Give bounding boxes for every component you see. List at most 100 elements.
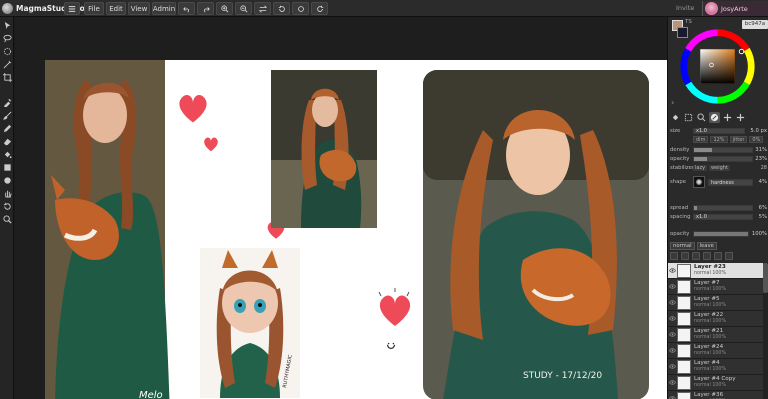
drawing-canvas[interactable]: Melo RUTHYMAGIC STUDY - 17/12/20 (45, 60, 667, 399)
avatar (705, 2, 718, 15)
add-brush-preset-2[interactable] (735, 112, 746, 123)
layer-row[interactable]: Layer #23 normal 100% (668, 263, 768, 279)
clear-layer-button[interactable] (714, 252, 722, 260)
eraser-tool[interactable] (2, 136, 12, 146)
crop-tool[interactable] (2, 72, 12, 82)
opacity-control[interactable]: opacity 23% (670, 155, 767, 162)
eye-icon[interactable] (668, 295, 677, 311)
zoom-out-button[interactable] (235, 2, 252, 15)
jitter-value[interactable]: 0% (749, 136, 764, 143)
layer-opacity-control[interactable]: opacity 100% (670, 230, 767, 237)
spacing-multiplier: x1.0 (696, 213, 707, 220)
dim-value[interactable]: 12% (710, 136, 728, 143)
eye-icon[interactable] (668, 263, 677, 279)
lock-layer-button[interactable] (670, 252, 678, 260)
hamburger-menu-button[interactable] (64, 2, 80, 15)
rectangle-tool[interactable] (2, 162, 12, 172)
layers-scrollbar[interactable] (763, 263, 768, 399)
move-tool[interactable] (2, 20, 12, 30)
hex-color-field[interactable]: bc947a (742, 20, 768, 29)
layer-row[interactable]: Layer #21 normal 100% (668, 327, 768, 343)
spread-control[interactable]: spread 6% (670, 204, 767, 211)
invite-link[interactable]: Invite (676, 2, 694, 15)
select-brush-preset[interactable] (683, 112, 694, 123)
layer-blend-mode: normal 100% (694, 334, 727, 340)
stabilizer-control[interactable]: stabilizer lazy weight 28 (670, 164, 767, 171)
add-brush-preset[interactable] (722, 112, 733, 123)
tool-bar (0, 17, 14, 399)
layer-row[interactable]: Layer #24 normal 100% (668, 343, 768, 359)
rotate-reset-icon (297, 5, 304, 12)
layer-opacity-slider[interactable] (693, 230, 749, 237)
layer-row[interactable]: Layer #7 normal 100% (668, 279, 768, 295)
layer-row[interactable]: Layer #22 normal 100% (668, 311, 768, 327)
duplicate-layer-button[interactable] (692, 252, 700, 260)
heart-sticker-small (204, 137, 218, 152)
undo-tool[interactable] (2, 201, 12, 211)
rotate-right-button[interactable] (311, 2, 328, 15)
flip-button[interactable] (254, 2, 271, 15)
delete-layer-button[interactable] (725, 252, 733, 260)
eye-icon[interactable] (668, 327, 677, 343)
size-value: 5.0 px (750, 127, 767, 134)
lasso-icon (2, 34, 12, 42)
density-slider[interactable] (693, 146, 753, 153)
fill-brush-preset[interactable] (670, 112, 681, 123)
rotate-reset-button[interactable] (292, 2, 309, 15)
menu-admin[interactable]: Admin (152, 2, 176, 15)
eye-icon[interactable] (668, 343, 677, 359)
new-layer-button[interactable] (681, 252, 689, 260)
brush-preset-active[interactable] (709, 112, 720, 123)
layer-row[interactable]: Layer #5 normal 100% (668, 295, 768, 311)
lazy-option[interactable]: lazy (693, 164, 708, 171)
brush-shape-preview[interactable] (693, 176, 705, 188)
zoom-in-button[interactable] (216, 2, 233, 15)
shape-control[interactable]: shape hardness 4% (670, 175, 767, 189)
menu-view[interactable]: View (128, 2, 150, 15)
spread-slider[interactable] (693, 204, 753, 211)
spacing-control[interactable]: spacing x1.0 5% (670, 213, 767, 220)
layer-row[interactable]: Layer #36normal 100% (668, 391, 768, 399)
size-slider[interactable]: x1.0 (693, 127, 745, 134)
pencil-tool[interactable] (2, 123, 12, 133)
color-wheel[interactable] (680, 29, 755, 104)
size-control[interactable]: size x1.0 5.0 px (670, 127, 767, 134)
chevron-right-icon[interactable]: › (671, 98, 674, 107)
eye-icon[interactable] (668, 311, 677, 327)
merge-layer-button[interactable] (703, 252, 711, 260)
dim-jitter-row: dim 12% jitter 0% (693, 136, 767, 143)
hand-tool[interactable] (2, 188, 12, 198)
fill-tool[interactable] (2, 149, 12, 159)
blend-mode-select[interactable]: normal (670, 242, 695, 250)
menu-file[interactable]: File (84, 2, 104, 15)
fill-icon (4, 151, 12, 158)
user-account[interactable]: JosyArte (702, 1, 768, 16)
eye-icon[interactable] (668, 359, 677, 375)
eye-icon[interactable] (668, 375, 677, 391)
magic-wand-tool[interactable] (2, 59, 12, 69)
layer-mode-select[interactable]: leave (696, 242, 717, 250)
undo-button[interactable] (178, 2, 195, 15)
eye-icon[interactable] (668, 279, 677, 295)
layer-row[interactable]: Layer #4 Copy normal 100% (668, 375, 768, 391)
lasso-tool[interactable] (2, 33, 12, 43)
canvas-area[interactable]: Melo RUTHYMAGIC STUDY - 17/12/20 (15, 17, 667, 399)
eyedropper-tool[interactable] (2, 97, 12, 107)
opacity-slider[interactable] (693, 155, 753, 162)
brush-tool[interactable] (2, 110, 12, 120)
ellipse-select-tool[interactable] (2, 46, 12, 56)
circle-tool[interactable] (2, 175, 12, 185)
eye-icon[interactable] (668, 391, 677, 399)
zoom-tool[interactable] (2, 214, 12, 224)
redo-button[interactable] (197, 2, 214, 15)
search-brush-preset[interactable] (696, 112, 707, 123)
hardness-slider[interactable]: hardness (708, 178, 753, 186)
layer-thumbnail (677, 375, 691, 390)
density-control[interactable]: density 31% (670, 146, 767, 153)
dim-label: dim (693, 136, 709, 143)
weight-option[interactable]: weight (709, 164, 730, 171)
spacing-slider[interactable]: x1.0 (693, 213, 753, 220)
menu-edit[interactable]: Edit (106, 2, 126, 15)
rotate-left-button[interactable] (273, 2, 290, 15)
layer-row[interactable]: Layer #4 normal 100% (668, 359, 768, 375)
